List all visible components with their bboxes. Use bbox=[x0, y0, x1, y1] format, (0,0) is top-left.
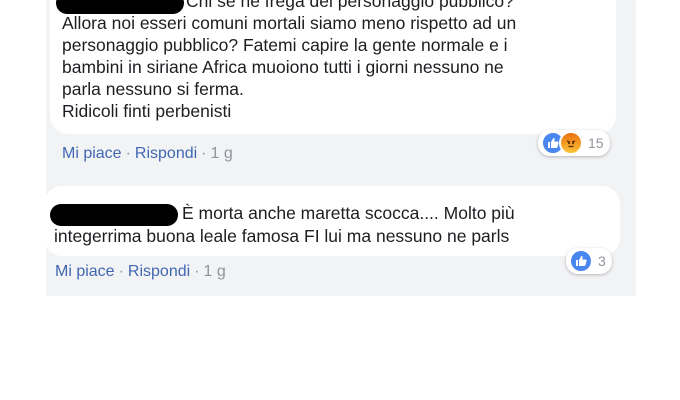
comment-text-line: bambini in siriane Africa muoiono tutti … bbox=[62, 57, 504, 77]
comment-text-line: Ridicoli finti perbenisti bbox=[62, 101, 232, 121]
comment-text-line: parla nessuno si ferma. bbox=[62, 79, 244, 99]
reply-link[interactable]: Rispondi bbox=[128, 263, 190, 280]
comment-bubble: Chi se ne frega del personaggio pubblico… bbox=[50, 0, 616, 134]
comment-timestamp[interactable]: 1 g bbox=[211, 145, 233, 162]
separator-dot: · bbox=[125, 145, 131, 162]
comment-timestamp[interactable]: 1 g bbox=[204, 263, 226, 280]
like-link[interactable]: Mi piace bbox=[55, 263, 115, 280]
reply-link[interactable]: Rispondi bbox=[135, 145, 197, 162]
separator-dot: · bbox=[201, 145, 207, 162]
angry-icon bbox=[559, 131, 583, 155]
reactions-summary[interactable]: 3 bbox=[566, 248, 612, 274]
comment-bubble: È morta anche maretta scocca.... Molto p… bbox=[44, 186, 620, 256]
comment-text-line: personaggio pubblico? Fatemi capire la g… bbox=[62, 35, 508, 55]
separator-dot: · bbox=[194, 263, 200, 280]
reaction-count: 15 bbox=[588, 135, 604, 151]
redacted-author-name bbox=[50, 204, 178, 226]
comment-text-line: È morta anche maretta scocca.... Molto p… bbox=[182, 203, 515, 223]
separator-dot: · bbox=[118, 263, 124, 280]
like-link[interactable]: Mi piace bbox=[62, 145, 122, 162]
comment-text-line: Allora noi esseri comuni mortali siamo m… bbox=[62, 13, 517, 33]
like-icon bbox=[569, 249, 593, 273]
comment-text-line: Chi se ne frega del personaggio pubblico… bbox=[186, 0, 514, 11]
comment-actions: Mi piace · Rispondi · 1 g bbox=[55, 263, 226, 281]
comment-text-line: integerrima buona leale famosa FI lui ma… bbox=[54, 226, 510, 246]
reaction-count: 3 bbox=[598, 253, 606, 269]
comment-actions: Mi piace · Rispondi · 1 g bbox=[62, 145, 233, 163]
reactions-summary[interactable]: 15 bbox=[538, 130, 610, 156]
